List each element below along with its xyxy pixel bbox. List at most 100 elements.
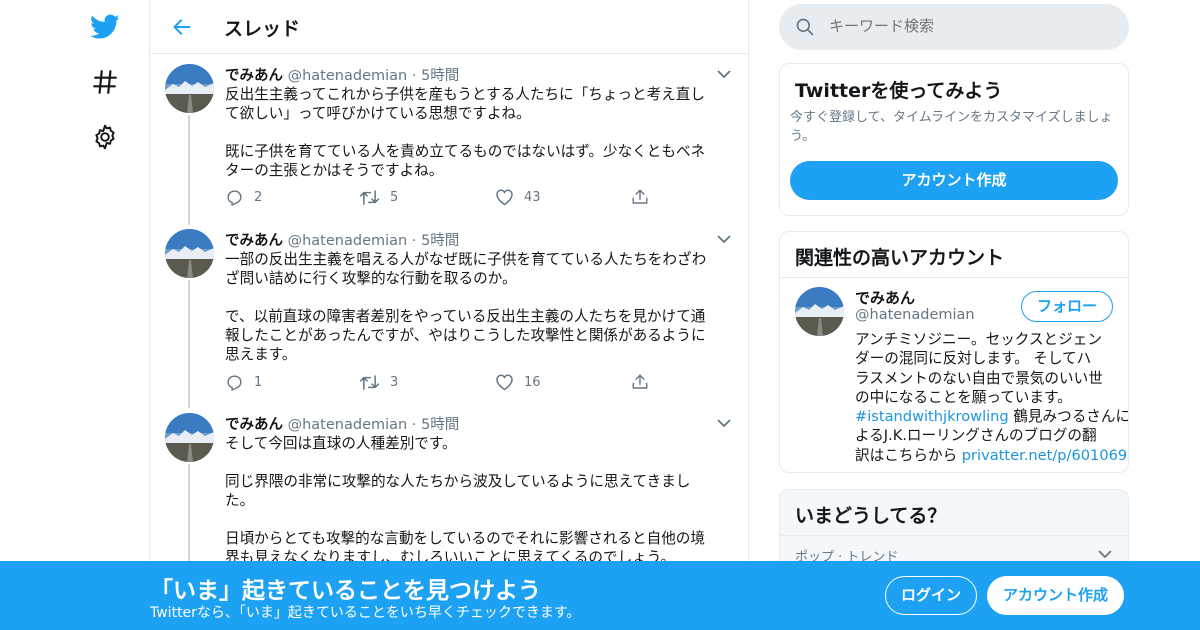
login-button[interactable]: ログイン xyxy=(885,576,977,615)
avatar[interactable] xyxy=(165,413,214,462)
tweet-text-line: 日頃からとても攻撃的な言動をしているのでそれに影響されると自他の境 xyxy=(225,530,705,547)
tweet-author-handle[interactable]: @hatenademian xyxy=(288,68,408,84)
tweet-text-line: 既に子供を育てている人を責め立てるものではないはず。少なくともベネ xyxy=(225,143,706,160)
retweet-icon xyxy=(359,375,380,390)
tweet-author-name[interactable]: でみあん xyxy=(225,417,283,433)
avatar[interactable] xyxy=(165,229,214,278)
divider xyxy=(780,277,1128,278)
tweet-text-line: た。 xyxy=(225,492,255,509)
reply-icon xyxy=(227,375,242,392)
chevron-down-icon[interactable] xyxy=(716,231,736,247)
tweet-timestamp[interactable]: 5時間 xyxy=(421,233,459,249)
reply-button[interactable]: 2 xyxy=(225,188,262,207)
tweet-header: でみあん @hatenademian · 5時間 xyxy=(225,64,459,85)
follow-button[interactable]: フォロー xyxy=(1021,291,1113,322)
twitter-bird-icon[interactable] xyxy=(88,10,122,44)
tweet[interactable]: でみあん @hatenademian · 5時間 反出生主義ってこれから子供を産… xyxy=(150,64,748,224)
bio-line: ラスメントのない自由で景気のいい世 xyxy=(855,369,1103,387)
chevron-down-icon[interactable] xyxy=(716,415,736,431)
signup-card-description: 今すぐ登録して、タイムラインをカスタマイズしましょ う。 xyxy=(790,108,1125,146)
heart-icon xyxy=(496,189,513,206)
related-accounts-card: 関連性の高いアカウント でみあん @hatenademian フォロー アンチミ… xyxy=(779,231,1129,473)
retweet-icon xyxy=(359,190,380,205)
separator-dot: · xyxy=(411,233,417,249)
tweet-header: でみあん @hatenademian · 5時間 xyxy=(225,229,459,250)
hashtag-icon[interactable] xyxy=(88,65,122,99)
like-button[interactable]: 16 xyxy=(495,373,541,391)
create-account-button[interactable]: アカウント作成 xyxy=(790,161,1118,200)
account-bio: アンチミソジニー。セックスとジェン ダーの混同に反対します。 そしてハ ラスメン… xyxy=(855,330,1128,465)
tweet[interactable]: でみあん @hatenademian · 5時間 そして今回は直球の人種差別です… xyxy=(150,413,748,573)
tweet-text-line: ターの主張とかはそうですよね。 xyxy=(225,162,444,179)
tweet-author-handle[interactable]: @hatenademian xyxy=(288,233,408,249)
share-icon xyxy=(632,374,648,389)
tweet-author-name[interactable]: でみあん xyxy=(225,68,283,84)
avatar[interactable] xyxy=(795,287,844,336)
share-icon xyxy=(632,189,648,204)
tweet-header: でみあん @hatenademian · 5時間 xyxy=(225,413,459,434)
search-icon xyxy=(796,18,814,36)
tweet-text-line: ざ問い詰めに行く攻撃的な行動を取るのか。 xyxy=(225,270,517,287)
tweet-text-line: 報したことがあったんですが、やはりこうした攻撃性と関係があるように xyxy=(225,327,706,344)
tweet-author-handle[interactable]: @hatenademian xyxy=(288,417,408,433)
chevron-down-icon[interactable] xyxy=(716,66,736,82)
tweet-text: 一部の反出生主義を唱える人がなぜ既に子供を育てている人たちをわざわ ざ問い詰めに… xyxy=(225,250,730,364)
signup-desc-line: 今すぐ登録して、タイムラインをカスタマイズしましょ xyxy=(790,110,1113,125)
privatter-link[interactable]: privatter.net/p/6010695 xyxy=(962,447,1128,464)
signup-banner: 「いま」起きていることを見つけよう Twitterなら、「いま」起きていることを… xyxy=(0,561,1200,630)
reply-button[interactable]: 1 xyxy=(225,373,262,392)
reply-icon xyxy=(227,190,242,207)
separator-dot: · xyxy=(411,68,417,84)
separator-dot: · xyxy=(411,417,417,433)
share-button[interactable] xyxy=(631,373,649,391)
trends-title: いまどうしてる？ xyxy=(795,505,947,527)
like-button[interactable]: 43 xyxy=(495,188,541,206)
retweet-count: 3 xyxy=(390,375,399,390)
settings-gear-icon[interactable] xyxy=(88,120,122,154)
bio-line: アンチミソジニー。セックスとジェン xyxy=(855,331,1102,348)
account-name[interactable]: でみあん xyxy=(855,287,915,308)
search-bar[interactable] xyxy=(779,4,1129,50)
tweet-text: そして今回は直球の人種差別です。 同じ界隈の非常に攻撃的な人たちから波及している… xyxy=(225,434,730,567)
tweet-text-line: 一部の反出生主義を唱える人がなぜ既に子供を育てている人たちをわざわ xyxy=(225,251,707,268)
left-nav xyxy=(0,0,150,630)
signup-button[interactable]: アカウント作成 xyxy=(987,576,1124,615)
account-handle[interactable]: @hatenademian xyxy=(855,307,975,323)
tweet-text-line: 反出生主義ってこれから子供を産もうとする人たちに「ちょっと考え直し xyxy=(225,86,705,103)
retweet-button[interactable]: 5 xyxy=(359,188,398,207)
tweet-actions: 2 5 43 xyxy=(225,188,675,210)
thread-header: スレッド xyxy=(150,0,748,54)
page-title: スレッド xyxy=(224,18,301,40)
bio-text: 鶴見みつるさんに xyxy=(1008,408,1129,426)
search-input[interactable] xyxy=(829,17,1109,35)
banner-title: 「いま」起きていることを見つけよう xyxy=(150,578,541,604)
tweet-timestamp[interactable]: 5時間 xyxy=(421,417,459,433)
hashtag-link[interactable]: #istandwithjkrowling xyxy=(855,408,1009,425)
share-button[interactable] xyxy=(631,188,649,206)
related-card-title: 関連性の高いアカウント xyxy=(795,247,1005,269)
retweet-button[interactable]: 3 xyxy=(359,373,398,392)
reply-count: 1 xyxy=(254,375,263,390)
tweet[interactable]: でみあん @hatenademian · 5時間 一部の反出生主義を唱える人がな… xyxy=(150,229,748,404)
retweet-count: 5 xyxy=(390,190,399,205)
bio-line: よるJ.K.ローリングさんのブログの翻 xyxy=(855,427,1097,445)
bio-text: 訳はこちらから xyxy=(855,446,962,464)
tweet-text-line: て欲しい」って呼びかけている思想ですよね。 xyxy=(225,105,531,122)
heart-icon xyxy=(496,374,513,391)
tweet-text-line: そして今回は直球の人種差別です。 xyxy=(225,435,457,452)
back-arrow-icon[interactable] xyxy=(168,13,196,41)
signup-card-title: Twitterを使ってみよう xyxy=(795,80,1003,102)
divider xyxy=(780,535,1128,536)
avatar[interactable] xyxy=(165,64,214,113)
tweet-actions: 1 3 16 xyxy=(225,373,675,395)
tweet-text: 反出生主義ってこれから子供を産もうとする人たちに「ちょっと考え直し て欲しい」っ… xyxy=(225,85,730,180)
thread-column: スレッド でみあん @hatenademian · 5時間 反出生主義ってこれか… xyxy=(149,0,749,630)
tweet-timestamp[interactable]: 5時間 xyxy=(421,68,459,84)
signup-card: Twitterを使ってみよう 今すぐ登録して、タイムラインをカスタマイズしましょ… xyxy=(779,63,1129,216)
tweet-text-line: で、以前直球の障害者差別をやっている反出生主義の人たちを見かけて通 xyxy=(225,308,706,325)
reply-count: 2 xyxy=(254,190,263,205)
tweet-author-name[interactable]: でみあん xyxy=(225,233,283,249)
banner-subtitle: Twitterなら、「いま」起きていることをいち早くチェックできます。 xyxy=(150,605,581,621)
like-count: 16 xyxy=(524,374,541,390)
signup-desc-line: う。 xyxy=(790,129,816,144)
